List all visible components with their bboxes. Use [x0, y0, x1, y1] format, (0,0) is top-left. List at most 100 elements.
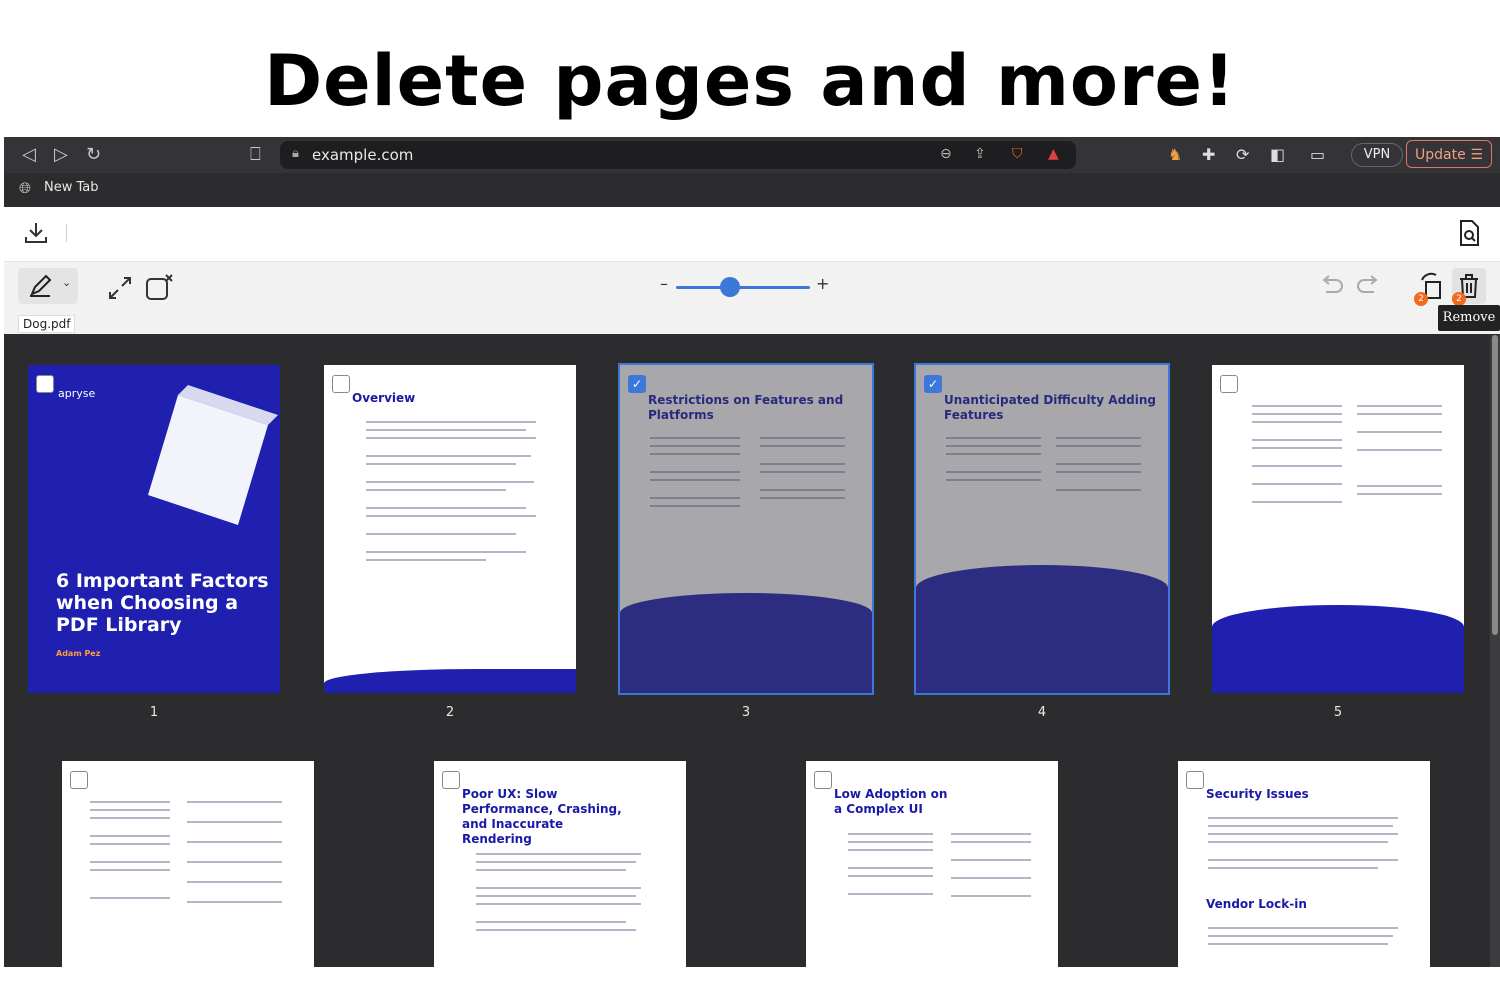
browser-toolbar: ◁ ▷ ↻ ⎕ 🔒︎ example.com ⊖ ⇪ ⛉ ▲ ♞ ✚ ⟳ ◧ ▭… — [4, 137, 1500, 173]
text-line — [187, 801, 282, 803]
address-text: example.com — [312, 146, 414, 164]
text-line — [1357, 413, 1442, 415]
zoom-out-icon[interactable]: – — [660, 274, 668, 293]
text-line — [90, 843, 170, 845]
text-line — [1357, 405, 1442, 407]
text-line — [366, 429, 526, 431]
sync-icon[interactable]: ⟳ — [1236, 145, 1249, 164]
crop-page-icon[interactable] — [144, 272, 174, 302]
page-subheading: Vendor Lock-in — [1206, 897, 1307, 911]
page-footer-wave — [1212, 605, 1464, 693]
page-checkbox-checked[interactable]: ✓ — [628, 375, 646, 393]
page-heading: Poor UX: Slow Performance, Crashing, and… — [462, 787, 622, 846]
page-checkbox[interactable] — [442, 771, 460, 789]
address-bar[interactable]: 🔒︎ example.com ⊖ ⇪ ⛉ ▲ — [280, 141, 1076, 169]
text-line — [187, 821, 282, 823]
puzzle-icon[interactable]: ✚ — [1202, 145, 1215, 164]
text-line — [848, 893, 933, 895]
forward-icon[interactable]: ▷ — [54, 145, 68, 165]
page-number: 4 — [1037, 705, 1047, 720]
text-line — [476, 903, 641, 905]
reload-icon[interactable]: ↻ — [86, 145, 101, 165]
download-icon[interactable] — [22, 219, 50, 247]
redo-icon[interactable] — [1354, 274, 1382, 298]
text-line — [476, 869, 626, 871]
page-thumbnail[interactable]: Security Issues Vendor Lock-in — [1178, 761, 1430, 967]
selection-overlay — [620, 365, 872, 693]
bookmark-icon[interactable]: ⎕ — [250, 145, 261, 165]
text-line — [848, 841, 933, 843]
text-line — [1252, 405, 1342, 407]
brave-shield-icon[interactable]: ⛉ — [1012, 146, 1023, 162]
undo-icon[interactable] — [1318, 274, 1346, 298]
zoom-in-icon[interactable]: + — [816, 274, 829, 293]
file-search-icon[interactable] — [1456, 219, 1482, 247]
remove-count-badge: 2 — [1452, 292, 1466, 306]
page-number: 5 — [1333, 705, 1343, 720]
text-line — [476, 887, 641, 889]
viewer-header — [4, 207, 1500, 262]
collapse-icon[interactable] — [106, 274, 134, 302]
zoom-slider-handle[interactable] — [719, 277, 740, 297]
page-checkbox[interactable] — [1220, 375, 1238, 393]
scrollbar-thumb[interactable] — [1492, 335, 1498, 635]
text-line — [366, 437, 536, 439]
page-checkbox[interactable] — [814, 771, 832, 789]
tab-title[interactable]: New Tab — [44, 180, 99, 195]
page-checkbox-checked[interactable]: ✓ — [924, 375, 942, 393]
page-thumbnail[interactable]: Poor UX: Slow Performance, Crashing, and… — [434, 761, 686, 967]
page-checkbox[interactable] — [36, 375, 54, 393]
page-heading: Overview — [352, 391, 416, 405]
text-line — [90, 809, 170, 811]
update-button[interactable]: Update ☰ — [1406, 140, 1492, 168]
headline: Delete pages and more! — [264, 40, 1236, 122]
text-line — [1252, 439, 1342, 441]
pen-icon — [30, 274, 52, 297]
page-thumbnail[interactable]: Restrictions on Features and Platforms ✓ — [618, 363, 874, 695]
page-thumbnail[interactable] — [1212, 365, 1464, 693]
text-line — [848, 875, 933, 877]
wallet-icon[interactable]: ▭ — [1310, 145, 1325, 164]
scrollbar[interactable] — [1490, 335, 1500, 967]
text-line — [1208, 841, 1388, 843]
rewards-icon[interactable]: ▲ — [1048, 146, 1059, 162]
text-line — [1208, 867, 1378, 869]
back-icon[interactable]: ◁ — [22, 145, 36, 165]
browser-window: ◁ ▷ ↻ ⎕ 🔒︎ example.com ⊖ ⇪ ⛉ ▲ ♞ ✚ ⟳ ◧ ▭… — [4, 137, 1500, 967]
text-line — [1252, 421, 1342, 423]
text-line — [90, 801, 170, 803]
page-thumbnail-grid: apryse 6 Important Factors when Choosing… — [4, 335, 1500, 967]
zoom-icon[interactable]: ⊖ — [940, 146, 952, 162]
page-checkbox[interactable] — [332, 375, 350, 393]
share-icon[interactable]: ⇪ — [974, 146, 986, 162]
page-thumbnail[interactable]: Overview — [324, 365, 576, 693]
text-line — [848, 867, 933, 869]
selection-overlay — [916, 365, 1168, 693]
page-thumbnail[interactable]: Unanticipated Difficulty Adding Features… — [914, 363, 1170, 695]
text-line — [366, 515, 536, 517]
page-toolbar: ⌄ – + 2 2 Dog.pdf — [4, 262, 1500, 334]
text-line — [187, 841, 282, 843]
page-heading: Low Adoption on a Complex UI — [834, 787, 948, 816]
text-line — [187, 861, 282, 863]
text-line — [1208, 943, 1388, 945]
annotation-tool-button[interactable]: ⌄ — [18, 268, 78, 304]
text-line — [476, 921, 626, 923]
vpn-button[interactable]: VPN — [1351, 143, 1403, 167]
chevron-down-icon: ⌄ — [62, 276, 72, 289]
text-line — [476, 853, 641, 855]
zoom-slider-track[interactable] — [676, 286, 810, 289]
cover-author: Adam Pez — [56, 649, 101, 658]
text-line — [848, 833, 933, 835]
sidebar-icon[interactable]: ◧ — [1270, 145, 1285, 164]
extension-icon[interactable]: ♞ — [1168, 145, 1182, 164]
menu-icon: ☰ — [1470, 147, 1483, 163]
page-number: 3 — [741, 705, 751, 720]
page-checkbox[interactable] — [1186, 771, 1204, 789]
text-line — [951, 895, 1031, 897]
page-thumbnail[interactable]: Low Adoption on a Complex UI — [806, 761, 1058, 967]
page-checkbox[interactable] — [70, 771, 88, 789]
document-illustration-icon — [148, 385, 278, 525]
page-thumbnail[interactable]: apryse 6 Important Factors when Choosing… — [28, 365, 280, 693]
page-thumbnail[interactable] — [62, 761, 314, 967]
